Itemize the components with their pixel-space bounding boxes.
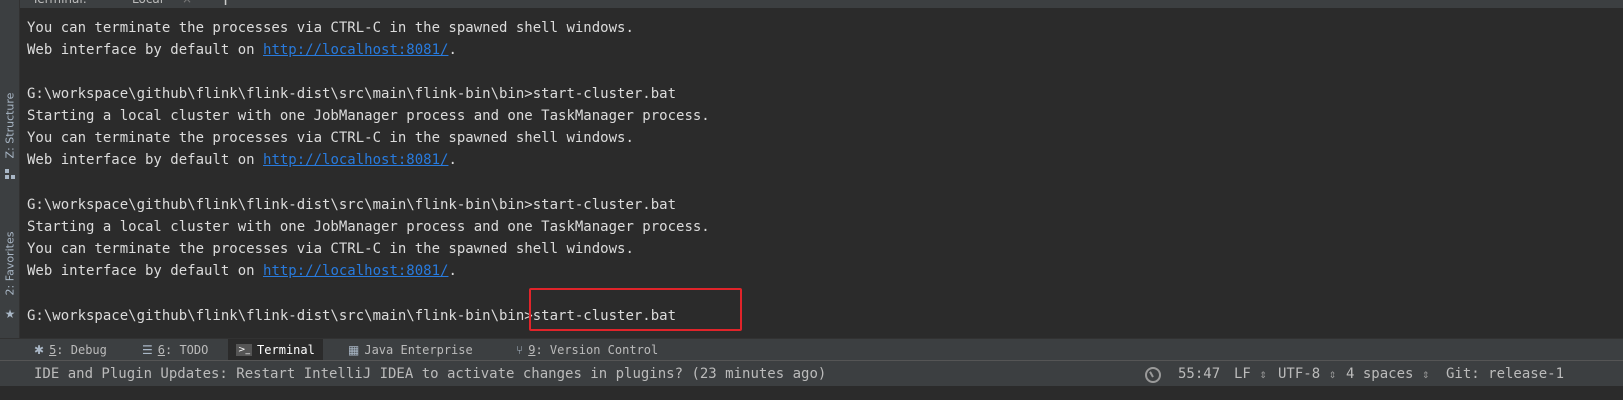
version-control-tool-button[interactable]: ⑂ 9: Version Control xyxy=(508,339,666,361)
updown-icon: ⇕ xyxy=(1421,371,1430,381)
status-bar: IDE and Plugin Updates: Restart IntelliJ… xyxy=(0,360,1623,386)
structure-tool-button[interactable]: Z: Structure xyxy=(0,80,20,170)
terminal-tab-strip: Terminal: Local × + xyxy=(20,0,1623,8)
todo-tool-button[interactable]: ☰ 6: TODO xyxy=(134,339,216,361)
star-icon: ★ xyxy=(4,307,16,321)
terminal-line: Starting a local cluster with one JobMan… xyxy=(27,219,710,235)
terminal-line: You can terminate the processes via CTRL… xyxy=(27,20,634,36)
tool-window-bar: ✱ 5: Debug ☰ 6: TODO >_ Terminal ▦ Java … xyxy=(0,338,1623,361)
favorites-tool-button[interactable]: 2: Favorites xyxy=(0,218,20,308)
event-log-icon[interactable] xyxy=(1145,367,1161,383)
localhost-link[interactable]: http://localhost:8081/ xyxy=(263,42,448,58)
terminal-tab-title: Terminal: xyxy=(32,0,87,8)
localhost-link[interactable]: http://localhost:8081/ xyxy=(263,152,448,168)
branch-icon: ⑂ xyxy=(516,343,524,357)
caret-position[interactable]: 55:47 xyxy=(1178,361,1220,387)
terminal-line: You can terminate the processes via CTRL… xyxy=(27,241,634,257)
favorites-label: 2: Favorites xyxy=(3,231,17,295)
localhost-link[interactable]: http://localhost:8081/ xyxy=(263,263,448,279)
bug-icon: ✱ xyxy=(34,343,45,357)
add-tab-icon[interactable]: + xyxy=(218,0,233,8)
ide-window: Terminal: Local × + Z: Structure 2: Favo… xyxy=(0,0,1623,400)
line-separator-widget[interactable]: LF ⇕ xyxy=(1234,361,1267,387)
highlight-box xyxy=(529,288,742,331)
list-icon: ☰ xyxy=(142,343,153,357)
terminal-line: Web interface by default on http://local… xyxy=(27,42,457,58)
terminal-line: Web interface by default on http://local… xyxy=(27,263,457,279)
close-icon[interactable]: × xyxy=(182,0,192,8)
terminal-tool-button[interactable]: >_ Terminal xyxy=(228,339,323,361)
encoding-widget[interactable]: UTF-8 ⇕ xyxy=(1278,361,1336,387)
terminal-line: G:\workspace\github\flink\flink-dist\src… xyxy=(27,86,677,102)
java-enterprise-icon: ▦ xyxy=(348,343,360,357)
terminal-line: You can terminate the processes via CTRL… xyxy=(27,130,634,146)
java-enterprise-tool-button[interactable]: ▦ Java Enterprise xyxy=(340,339,481,361)
status-message[interactable]: IDE and Plugin Updates: Restart IntelliJ… xyxy=(34,361,826,387)
indent-widget[interactable]: 4 spaces ⇕ xyxy=(1346,361,1429,387)
debug-tool-button[interactable]: ✱ 5: Debug xyxy=(26,339,115,361)
structure-icon xyxy=(5,169,15,179)
terminal-line: Web interface by default on http://local… xyxy=(27,152,457,168)
updown-icon: ⇕ xyxy=(1328,371,1337,381)
git-branch-widget[interactable]: Git: release-1 xyxy=(1446,361,1564,387)
terminal-line: G:\workspace\github\flink\flink-dist\src… xyxy=(27,197,677,213)
terminal-output[interactable]: You can terminate the processes via CTRL… xyxy=(20,8,1623,350)
terminal-icon: >_ xyxy=(236,344,253,356)
left-tool-stripe: Z: Structure 2: Favorites ★ xyxy=(0,0,20,350)
terminal-line: Starting a local cluster with one JobMan… xyxy=(27,108,710,124)
updown-icon: ⇕ xyxy=(1259,371,1267,381)
tab-local[interactable]: Local xyxy=(132,0,163,8)
structure-label: Z: Structure xyxy=(3,92,17,158)
